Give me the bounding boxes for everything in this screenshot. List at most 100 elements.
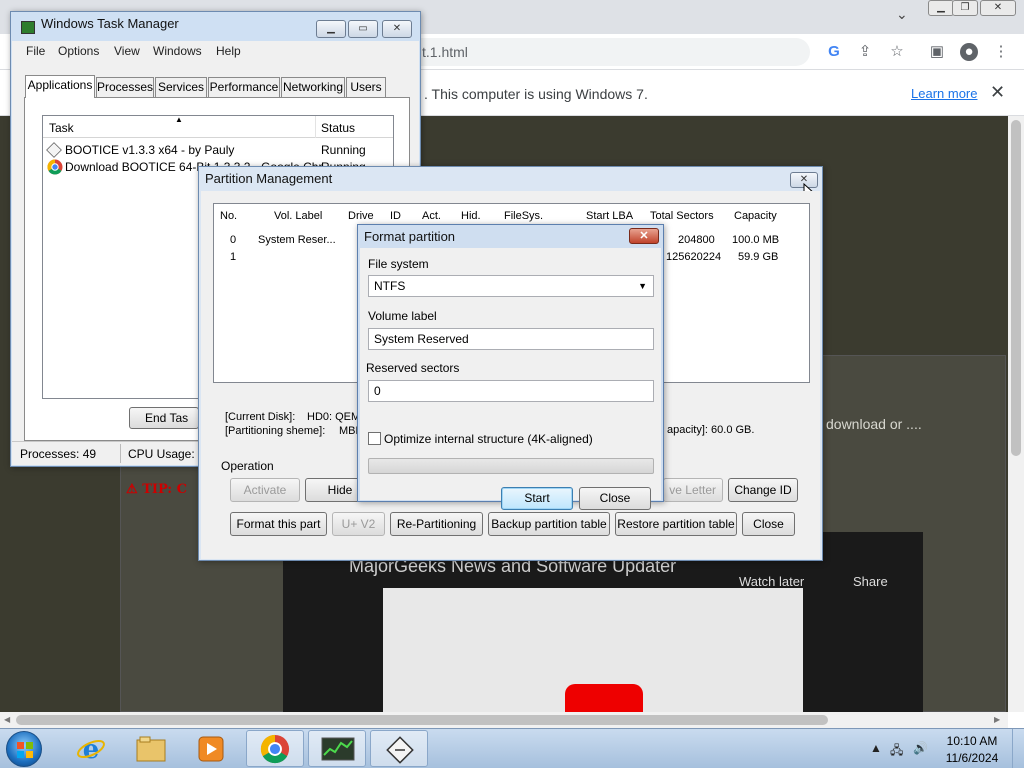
media-player-icon	[198, 736, 224, 762]
volume-label-label: Volume label	[368, 309, 437, 323]
page-horizontal-scrollbar[interactable]: ◀ ▶	[0, 712, 1008, 728]
start-button[interactable]: Start	[501, 487, 573, 510]
tab-performance[interactable]: Performance	[208, 77, 280, 97]
learn-more-link[interactable]: Learn more	[911, 86, 977, 101]
change-id-button[interactable]: Change ID	[728, 478, 798, 502]
horizontal-scroll-thumb[interactable]	[16, 715, 828, 725]
taskbar-task-manager-button[interactable]	[308, 730, 366, 767]
show-hidden-icons-icon[interactable]: ▲	[870, 741, 882, 755]
partition-management-title: Partition Management	[205, 171, 333, 186]
infobar-close-icon[interactable]: ✕	[990, 82, 1005, 103]
watch-later-label[interactable]: Watch later	[739, 574, 804, 589]
task-row[interactable]: BOOTICE v1.3.3 x64 - by Pauly Running	[46, 142, 391, 159]
restore-partition-table-button[interactable]: Restore partition table	[615, 512, 737, 536]
column-hid[interactable]: Hid.	[461, 210, 481, 222]
browser-restore-button[interactable]: ❐	[952, 0, 978, 16]
tray-date[interactable]: 11/6/2024	[942, 751, 1002, 765]
tray-time[interactable]: 10:10 AM	[942, 734, 1002, 748]
partition-capacity: 100.0 MB	[732, 234, 780, 246]
end-task-button[interactable]: End Tas	[129, 407, 199, 429]
infobar-message: . This computer is using Windows 7.	[424, 86, 648, 102]
vertical-scroll-thumb[interactable]	[1011, 120, 1021, 456]
column-total-sectors[interactable]: Total Sectors	[650, 210, 714, 222]
svg-text:e: e	[83, 735, 100, 764]
scroll-left-icon[interactable]: ◀	[4, 715, 10, 724]
tab-networking[interactable]: Networking	[281, 77, 345, 97]
column-act[interactable]: Act.	[422, 210, 441, 222]
tab-services[interactable]: Services	[155, 77, 207, 97]
scroll-right-icon[interactable]: ▶	[994, 715, 1000, 724]
column-filesys[interactable]: FileSys.	[504, 210, 543, 222]
google-lens-icon[interactable]: G	[825, 43, 843, 61]
menu-help[interactable]: Help	[216, 44, 241, 58]
youtube-play-icon[interactable]	[565, 684, 643, 712]
taskbar-explorer-button[interactable]	[122, 730, 180, 767]
disk-capacity-text: apacity]: 60.0 GB.	[667, 424, 755, 436]
page-vertical-scrollbar[interactable]	[1008, 116, 1024, 712]
share-video-label[interactable]: Share	[853, 574, 888, 589]
column-divider	[315, 116, 316, 138]
tab-users[interactable]: Users	[346, 77, 386, 97]
pm-close-action-button[interactable]: Close	[742, 512, 795, 536]
column-vol-label[interactable]: Vol. Label	[274, 210, 322, 222]
format-dialog-close-button[interactable]: ✕	[629, 228, 659, 244]
taskbar-bootice-button[interactable]	[370, 730, 428, 767]
menu-file[interactable]: File	[26, 44, 45, 58]
bootice-icon	[46, 142, 62, 158]
volume-label-input[interactable]: System Reserved	[368, 328, 654, 350]
file-system-value: NTFS	[374, 279, 406, 293]
status-cpu: CPU Usage: 1	[128, 447, 205, 461]
task-name: BOOTICE v1.3.3 x64 - by Pauly	[65, 143, 235, 157]
tab-processes[interactable]: Processes	[96, 77, 154, 97]
tm-minimize-button[interactable]: ▁	[316, 20, 346, 38]
format-this-part-button[interactable]: Format this part	[230, 512, 327, 536]
network-icon[interactable]: 🖧	[890, 741, 903, 762]
start-button[interactable]	[6, 731, 42, 767]
page-download-text: download or ....	[826, 416, 922, 432]
partition-no: 1	[230, 251, 237, 263]
browser-close-button[interactable]: ✕	[980, 0, 1016, 16]
column-capacity[interactable]: Capacity	[734, 210, 777, 222]
menu-options[interactable]: Options	[58, 44, 99, 58]
sort-up-icon: ▲	[175, 115, 183, 124]
format-dialog-body: File system NTFS ▼ Volume label System R…	[360, 248, 661, 510]
column-id[interactable]: ID	[390, 210, 401, 222]
partition-capacity: 59.9 GB	[738, 251, 779, 263]
task-manager-title: Windows Task Manager	[41, 16, 179, 31]
tm-maximize-button[interactable]: ▭	[348, 20, 378, 38]
bookmark-star-icon[interactable]: ☆	[888, 43, 906, 61]
tab-search-chevron-icon[interactable]: ⌄	[896, 6, 908, 23]
task-list-header: Task ▲ Status	[43, 115, 393, 138]
taskbar-ie-button[interactable]: e	[62, 730, 120, 767]
profile-avatar-icon[interactable]: ●	[960, 43, 978, 61]
optimize-checkbox[interactable]	[368, 432, 381, 445]
partition-label: System Reser...	[258, 234, 336, 246]
optimize-label[interactable]: Optimize internal structure (4K-aligned)	[384, 432, 593, 446]
column-status[interactable]: Status	[321, 121, 355, 135]
tm-close-button[interactable]: ✕	[382, 20, 412, 38]
activate-button[interactable]: Activate	[230, 478, 300, 502]
browser-minimize-button[interactable]: ▁	[928, 0, 954, 16]
file-system-select[interactable]: NTFS ▼	[368, 275, 654, 297]
re-partitioning-button[interactable]: Re-Partitioning	[390, 512, 483, 536]
backup-partition-table-button[interactable]: Backup partition table	[488, 512, 610, 536]
browser-menu-icon[interactable]: ⋮	[992, 43, 1010, 61]
share-icon[interactable]: ⇪	[856, 43, 874, 61]
side-panel-icon[interactable]: ▣	[928, 43, 946, 61]
tab-applications[interactable]: Applications	[25, 75, 95, 98]
reserved-sectors-input[interactable]: 0	[368, 380, 654, 402]
assign-drive-letter-button[interactable]: ve Letter	[663, 478, 723, 502]
column-drive[interactable]: Drive	[348, 210, 374, 222]
volume-icon[interactable]: 🔊	[913, 741, 928, 755]
column-no[interactable]: No.	[220, 210, 237, 222]
taskbar-media-player-button[interactable]	[182, 730, 240, 767]
menu-view[interactable]: View	[114, 44, 140, 58]
format-close-button[interactable]: Close	[579, 487, 651, 510]
menu-windows[interactable]: Windows	[153, 44, 202, 58]
taskbar-chrome-button[interactable]	[246, 730, 304, 767]
show-desktop-button[interactable]	[1012, 729, 1024, 768]
column-task[interactable]: Task	[49, 121, 74, 135]
u-v2-button[interactable]: U+ V2	[332, 512, 385, 536]
column-start-lba[interactable]: Start LBA	[586, 210, 633, 222]
partition-total-sectors: 125620224	[666, 251, 722, 263]
